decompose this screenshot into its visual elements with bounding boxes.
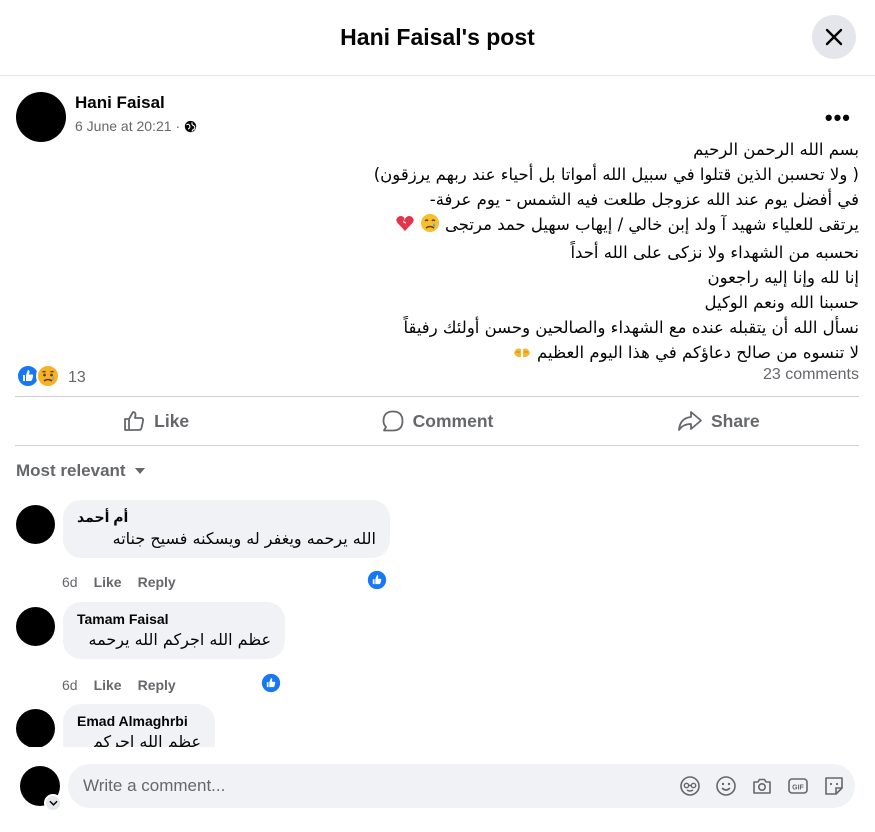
chevron-down-icon xyxy=(134,468,145,474)
camera-icon xyxy=(753,778,771,794)
sticker-button[interactable] xyxy=(823,775,845,797)
comment-label: Comment xyxy=(412,410,494,431)
dialog-title: Hani Faisal's post xyxy=(340,24,535,50)
meta-separator: · xyxy=(175,118,181,134)
commenter-name[interactable]: Tamam Faisal xyxy=(77,611,271,627)
more-options-button[interactable]: ••• xyxy=(825,105,851,131)
crying-face-icon xyxy=(420,213,440,240)
avatar-sticker-icon xyxy=(680,776,700,796)
sticker-icon xyxy=(825,777,843,795)
svg-text:GIF: GIF xyxy=(792,785,804,792)
post-dialog: Hani Faisal's post Hani Faisal 6 June at… xyxy=(0,0,875,832)
post-meta: 6 June at 20:21 · xyxy=(75,118,197,134)
post-line: حسبنا الله ونعم الوكيل xyxy=(704,293,859,312)
comment-age[interactable]: 6d xyxy=(62,677,78,693)
post-line: يرتقى للعلياء شهيد آ ولد إبن خالي / إيها… xyxy=(239,212,859,240)
comment-text: الله يرحمه ويغفر له ويسكنه فسيح جناته xyxy=(112,529,376,548)
comment-button[interactable]: Comment xyxy=(296,397,577,445)
like-reaction-icon xyxy=(367,570,387,590)
close-button[interactable] xyxy=(812,15,856,59)
gif-icon: GIF xyxy=(788,778,808,794)
post-actions: Like Comment Share xyxy=(15,396,859,446)
filter-label: Most relevant xyxy=(16,461,126,480)
comment-meta: 6d Like Reply xyxy=(62,677,176,693)
reactions-row: 13 23 comments xyxy=(16,364,859,390)
chevron-down-icon xyxy=(48,800,58,806)
post-line: إنا لله وإنا إليه راجعون xyxy=(707,268,859,287)
comment-text: عظم الله اجركم الله يرحمه xyxy=(88,630,271,649)
comments-count[interactable]: 23 comments xyxy=(763,366,859,384)
comment-like-badge[interactable] xyxy=(260,672,282,694)
comment-bubble: Emad Almaghrbi عظم الله اجركم xyxy=(63,704,215,747)
commenter-avatar[interactable] xyxy=(16,709,55,747)
post-line: نحسبه من الشهداء ولا نزكى على الله أحداً xyxy=(570,243,859,262)
profile-switcher-button[interactable] xyxy=(44,794,62,812)
reaction-icons[interactable] xyxy=(16,364,60,388)
post-line: بسم الله الرحمن الرحيم xyxy=(693,140,859,159)
comment-filter-dropdown[interactable]: Most relevant xyxy=(16,461,146,481)
composer-tools: GIF xyxy=(679,775,845,797)
reaction-count[interactable]: 13 xyxy=(68,369,86,387)
comment-composer: GIF xyxy=(0,747,875,832)
post-line: نسأل الله أن يتقبله عنده مع الشهداء والص… xyxy=(403,318,859,337)
smiley-icon xyxy=(716,776,736,796)
close-icon xyxy=(825,28,843,46)
gif-button[interactable]: GIF xyxy=(787,775,809,797)
speech-bubble-icon xyxy=(382,410,404,432)
post-line: في أفضل يوم عند الله عزوجل طلعت فيه الشم… xyxy=(429,190,859,209)
comment-like-badge[interactable] xyxy=(366,569,388,591)
like-button[interactable]: Like xyxy=(15,397,296,445)
comment-like-link[interactable]: Like xyxy=(94,677,122,693)
share-button[interactable]: Share xyxy=(578,397,859,445)
dialog-header: Hani Faisal's post xyxy=(0,0,875,76)
comment-reply-link[interactable]: Reply xyxy=(138,677,176,693)
post-timestamp[interactable]: 6 June at 20:21 xyxy=(75,118,172,134)
post-line: ( ولا تحسبن الذين قتلوا في سبيل الله أمو… xyxy=(373,165,859,184)
comment-text: عظم الله اجركم xyxy=(92,732,201,747)
thumbs-up-icon xyxy=(124,411,145,431)
comment-age[interactable]: 6d xyxy=(62,574,78,590)
camera-button[interactable] xyxy=(751,775,773,797)
avatar-sticker-button[interactable] xyxy=(679,775,701,797)
comment-like-link[interactable]: Like xyxy=(94,574,122,590)
share-label: Share xyxy=(711,410,760,431)
comment-meta: 6d Like Reply xyxy=(62,574,176,590)
author-name[interactable]: Hani Faisal xyxy=(75,93,165,113)
globe-icon xyxy=(185,120,197,132)
author-avatar[interactable] xyxy=(16,92,66,142)
comment-bubble: Tamam Faisal عظم الله اجركم الله يرحمه xyxy=(63,602,285,659)
emoji-button[interactable] xyxy=(715,775,737,797)
post-scroll-area[interactable]: Hani Faisal 6 June at 20:21 · ••• بسم ال… xyxy=(0,77,875,747)
share-arrow-icon xyxy=(678,411,702,431)
post-body: بسم الله الرحمن الرحيم ( ولا تحسبن الذين… xyxy=(239,137,859,368)
commenter-avatar[interactable] xyxy=(16,505,55,544)
comment-bubble: أم أحمد الله يرحمه ويغفر له ويسكنه فسيح … xyxy=(63,500,390,558)
like-reaction-icon xyxy=(261,673,281,693)
like-label: Like xyxy=(154,410,190,431)
commenter-avatar[interactable] xyxy=(16,607,55,646)
sad-reaction-icon xyxy=(36,364,60,388)
commenter-name[interactable]: أم أحمد xyxy=(77,509,376,526)
broken-heart-icon xyxy=(395,213,415,240)
comment-reply-link[interactable]: Reply xyxy=(138,574,176,590)
commenter-name[interactable]: Emad Almaghrbi xyxy=(77,713,201,729)
